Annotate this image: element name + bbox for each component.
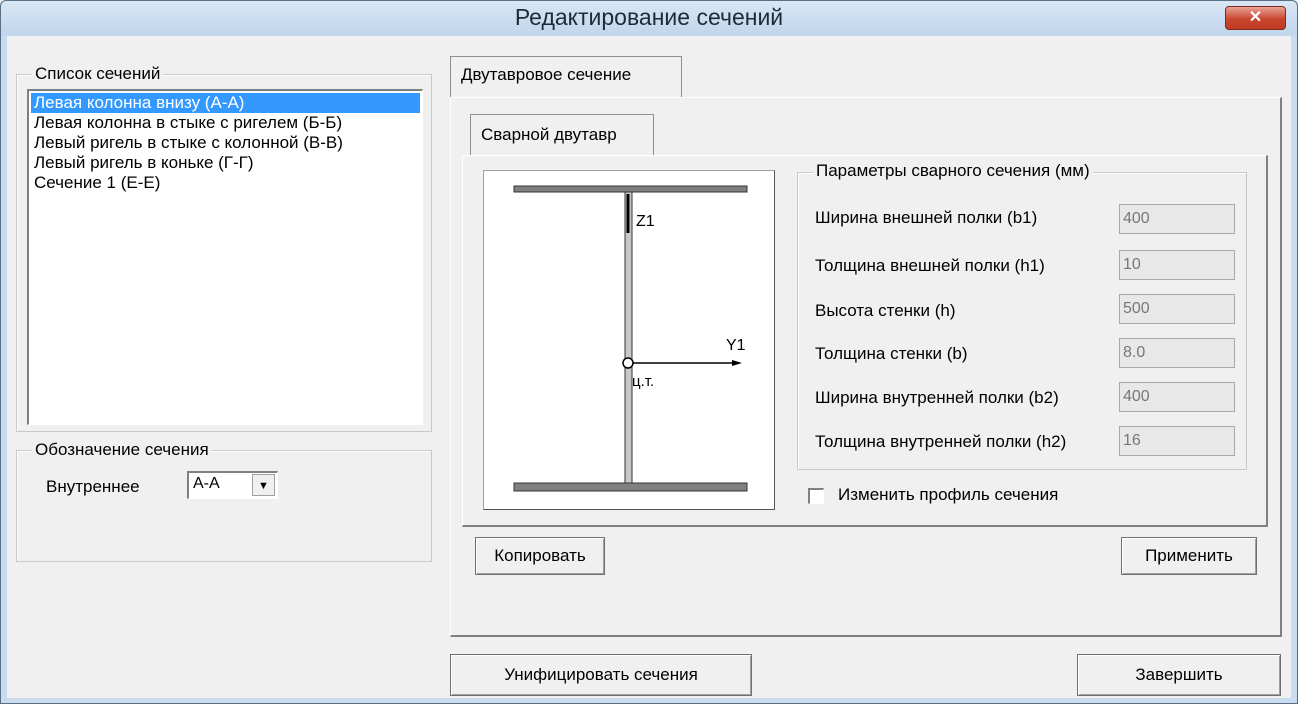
params-group-label: Параметры сварного сечения (мм) (813, 161, 1093, 181)
unify-sections-button[interactable]: Унифицировать сечения (450, 654, 752, 696)
designation-group-label: Обозначение сечения (32, 440, 212, 460)
close-icon: ✕ (1248, 9, 1263, 26)
param-field-b[interactable]: 8.0 (1119, 338, 1235, 368)
tab-i-beam-section[interactable]: Двутавровое сечение (450, 56, 682, 98)
change-profile-checkbox[interactable] (808, 488, 824, 504)
param-label-b2: Ширина внутренней полки (b2) (815, 388, 1059, 407)
param-field-h1[interactable]: 10 (1119, 250, 1235, 280)
apply-button[interactable]: Применить (1121, 537, 1257, 575)
copy-button[interactable]: Копировать (475, 537, 605, 575)
param-label-h2: Толщина внутренней полки (h2) (815, 432, 1067, 451)
designation-label: Внутреннее (46, 477, 140, 496)
param-field-h2[interactable]: 16 (1119, 426, 1235, 456)
list-item[interactable]: Сечение 1 (Е-Е) (31, 173, 420, 193)
center-of-gravity-label: ц.т. (632, 373, 655, 390)
designation-select[interactable]: А-А ▼ (187, 471, 278, 499)
list-item[interactable]: Левый ригель в стыке с колонной (В-В) (31, 133, 420, 153)
y-axis-label: Y1 (726, 337, 746, 354)
close-button[interactable]: ✕ (1225, 6, 1286, 30)
window-title: Редактирование сечений (514, 4, 784, 30)
param-label-b: Толщина стенки (b) (815, 344, 968, 363)
chevron-down-icon[interactable]: ▼ (252, 474, 275, 496)
param-field-b2[interactable]: 400 (1119, 382, 1235, 412)
designation-value: А-А (193, 475, 220, 492)
param-label-b1: Ширина внешней полки (b1) (815, 208, 1038, 227)
param-label-h: Высота стенки (h) (815, 301, 956, 320)
list-item[interactable]: Левая колонна внизу (А-А) (31, 93, 420, 113)
finish-button[interactable]: Завершить (1077, 654, 1281, 696)
param-field-h[interactable]: 500 (1119, 294, 1235, 324)
z-axis-label: Z1 (636, 213, 655, 230)
change-profile-label: Изменить профиль сечения (838, 485, 1059, 504)
param-field-b1[interactable]: 400 (1119, 204, 1235, 234)
tab-welded-i-beam[interactable]: Сварной двутавр (470, 114, 654, 156)
sections-list-label: Список сечений (32, 64, 164, 84)
i-beam-diagram: Z1 Y1 ц.т. (483, 170, 775, 510)
designation-group (16, 450, 432, 562)
sections-listbox[interactable]: Левая колонна внизу (А-А) Левая колонна … (27, 89, 423, 425)
list-item[interactable]: Левый ригель в коньке (Г-Г) (31, 153, 420, 173)
list-item[interactable]: Левая колонна в стыке с ригелем (Б-Б) (31, 113, 420, 133)
param-label-h1: Толщина внешней полки (h1) (815, 256, 1045, 275)
